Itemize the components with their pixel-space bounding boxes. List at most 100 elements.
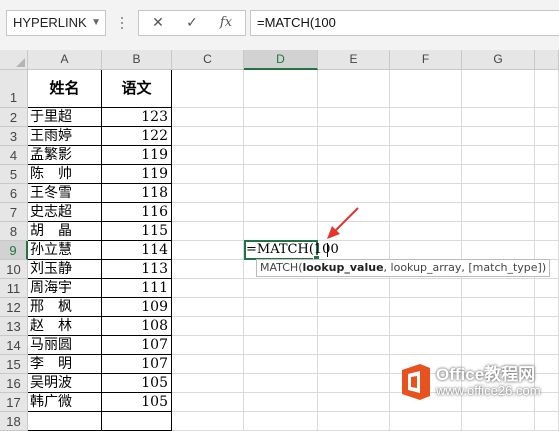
tooltip-arg-lookup-value[interactable]: lookup_value — [302, 261, 383, 274]
row-header-3[interactable]: 3 — [0, 127, 28, 146]
empty-cell[interactable] — [318, 279, 390, 298]
score-cell[interactable]: 105 — [102, 374, 172, 393]
header-cell-score[interactable]: 语文 — [102, 70, 172, 108]
empty-cell[interactable] — [244, 146, 318, 165]
empty-cell[interactable] — [462, 279, 535, 298]
row-header-8[interactable]: 8 — [0, 222, 28, 241]
score-cell[interactable]: 118 — [102, 184, 172, 203]
student-name-cell[interactable]: 邢 枫 — [28, 298, 102, 317]
score-cell[interactable]: 114 — [102, 241, 172, 260]
empty-cell[interactable] — [244, 298, 318, 317]
student-name-cell[interactable] — [28, 412, 102, 431]
empty-cell[interactable] — [462, 127, 535, 146]
score-cell[interactable] — [102, 412, 172, 431]
empty-cell[interactable] — [462, 241, 535, 260]
student-name-cell[interactable]: 史志超 — [28, 203, 102, 222]
empty-cell[interactable] — [244, 336, 318, 355]
student-name-cell[interactable]: 陈 帅 — [28, 165, 102, 184]
cancel-icon[interactable]: ✕ — [141, 11, 175, 35]
student-name-cell[interactable]: 胡 晶 — [28, 222, 102, 241]
empty-cell[interactable] — [172, 317, 244, 336]
empty-cell[interactable] — [244, 355, 318, 374]
empty-cell[interactable] — [390, 222, 462, 241]
row-header-13[interactable]: 13 — [0, 317, 28, 336]
empty-cell[interactable] — [535, 184, 559, 203]
empty-cell[interactable] — [390, 279, 462, 298]
empty-cell[interactable] — [172, 374, 244, 393]
empty-cell[interactable] — [318, 412, 390, 431]
empty-cell[interactable] — [318, 336, 390, 355]
empty-cell[interactable] — [535, 70, 559, 108]
empty-cell[interactable] — [172, 298, 244, 317]
empty-cell[interactable] — [462, 222, 535, 241]
column-header-partial[interactable] — [535, 50, 559, 70]
empty-cell[interactable] — [172, 241, 244, 260]
score-cell[interactable]: 119 — [102, 165, 172, 184]
student-name-cell[interactable]: 马丽圆 — [28, 336, 102, 355]
row-header-5[interactable]: 5 — [0, 165, 28, 184]
empty-cell[interactable] — [462, 336, 535, 355]
row-header-18[interactable]: 18 — [0, 412, 28, 431]
empty-cell[interactable] — [244, 222, 318, 241]
row-header-12[interactable]: 12 — [0, 298, 28, 317]
row-header-1[interactable]: 1 — [0, 70, 28, 108]
empty-cell[interactable] — [390, 184, 462, 203]
score-cell[interactable]: 107 — [102, 336, 172, 355]
select-all-corner[interactable] — [0, 50, 28, 70]
empty-cell[interactable] — [390, 241, 462, 260]
row-header-11[interactable]: 11 — [0, 279, 28, 298]
score-cell[interactable]: 107 — [102, 355, 172, 374]
empty-cell[interactable] — [172, 279, 244, 298]
column-header-A[interactable]: A — [28, 50, 102, 70]
empty-cell[interactable] — [535, 146, 559, 165]
row-header-14[interactable]: 14 — [0, 336, 28, 355]
empty-cell[interactable] — [244, 412, 318, 431]
empty-cell[interactable] — [535, 203, 559, 222]
score-cell[interactable]: 123 — [102, 108, 172, 127]
student-name-cell[interactable]: 赵 林 — [28, 317, 102, 336]
empty-cell[interactable] — [390, 165, 462, 184]
empty-cell[interactable] — [244, 108, 318, 127]
empty-cell[interactable] — [172, 222, 244, 241]
empty-cell[interactable] — [318, 374, 390, 393]
student-name-cell[interactable]: 于里超 — [28, 108, 102, 127]
chevron-down-icon[interactable]: ▼ — [91, 11, 101, 35]
score-cell[interactable]: 108 — [102, 317, 172, 336]
student-name-cell[interactable]: 王雨婷 — [28, 127, 102, 146]
empty-cell[interactable] — [462, 70, 535, 108]
empty-cell[interactable] — [244, 393, 318, 412]
empty-cell[interactable] — [318, 146, 390, 165]
empty-cell[interactable] — [535, 127, 559, 146]
empty-cell[interactable] — [390, 146, 462, 165]
empty-cell[interactable] — [462, 203, 535, 222]
row-header-7[interactable]: 7 — [0, 203, 28, 222]
student-name-cell[interactable]: 韩广微 — [28, 393, 102, 412]
column-header-G[interactable]: G — [462, 50, 535, 70]
student-name-cell[interactable]: 孟繁影 — [28, 146, 102, 165]
empty-cell[interactable] — [244, 184, 318, 203]
empty-cell[interactable] — [172, 146, 244, 165]
empty-cell[interactable] — [535, 241, 559, 260]
empty-cell[interactable] — [390, 336, 462, 355]
empty-cell[interactable] — [172, 70, 244, 108]
empty-cell[interactable] — [462, 108, 535, 127]
formula-input[interactable]: =MATCH(100 — [250, 10, 559, 36]
empty-cell[interactable] — [172, 336, 244, 355]
empty-cell[interactable] — [172, 355, 244, 374]
empty-cell[interactable] — [172, 260, 244, 279]
empty-cell[interactable] — [462, 146, 535, 165]
insert-function-icon[interactable]: fx — [209, 11, 243, 35]
empty-cell[interactable] — [462, 317, 535, 336]
empty-cell[interactable] — [244, 317, 318, 336]
empty-cell[interactable] — [244, 127, 318, 146]
empty-cell[interactable] — [318, 355, 390, 374]
score-cell[interactable]: 119 — [102, 146, 172, 165]
column-header-C[interactable]: C — [172, 50, 244, 70]
row-header-10[interactable]: 10 — [0, 260, 28, 279]
score-cell[interactable]: 113 — [102, 260, 172, 279]
row-header-17[interactable]: 17 — [0, 393, 28, 412]
row-header-2[interactable]: 2 — [0, 108, 28, 127]
empty-cell[interactable] — [244, 203, 318, 222]
tooltip-func[interactable]: MATCH( — [260, 261, 302, 274]
score-cell[interactable]: 105 — [102, 393, 172, 412]
